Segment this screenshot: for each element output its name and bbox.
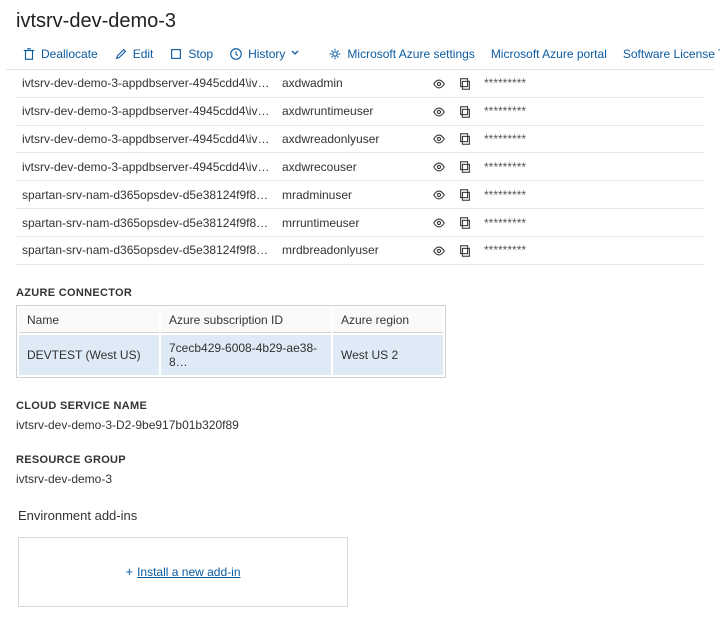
- copy-icon: [458, 77, 472, 91]
- password-cell: *********: [478, 153, 704, 181]
- copy-button[interactable]: [452, 181, 478, 209]
- reveal-button[interactable]: [426, 125, 452, 153]
- server-cell: ivtsrv-dev-demo-3-appdbserver-4945cdd4\i…: [16, 97, 276, 125]
- table-row: ivtsrv-dev-demo-3-appdbserver-4945cdd4\i…: [16, 97, 704, 125]
- install-addin-link[interactable]: Install a new add-in: [137, 565, 240, 579]
- license-terms-label: Software License Terms: [623, 47, 720, 61]
- azure-portal-label: Microsoft Azure portal: [491, 47, 607, 61]
- table-row: ivtsrv-dev-demo-3-appdbserver-4945cdd4\i…: [16, 153, 704, 181]
- resource-group-value: ivtsrv-dev-demo-3: [16, 472, 704, 486]
- history-icon: [229, 47, 243, 61]
- server-cell: spartan-srv-nam-d365opsdev-d5e38124f9f8\…: [16, 236, 276, 264]
- server-cell: ivtsrv-dev-demo-3-appdbserver-4945cdd4\i…: [16, 70, 276, 97]
- azure-settings-label: Microsoft Azure settings: [347, 47, 474, 61]
- azure-connector-heading: AZURE CONNECTOR: [16, 287, 704, 299]
- eye-icon: [432, 132, 446, 146]
- stop-button[interactable]: Stop: [163, 45, 219, 63]
- copy-icon: [458, 105, 472, 119]
- chevron-down-icon: [290, 47, 300, 61]
- eye-icon: [432, 105, 446, 119]
- copy-icon: [458, 160, 472, 174]
- copy-button[interactable]: [452, 236, 478, 264]
- plus-icon: +: [126, 564, 134, 579]
- user-cell: axdwrecouser: [276, 153, 426, 181]
- password-cell: *********: [478, 70, 704, 97]
- eye-icon: [432, 160, 446, 174]
- trash-icon: [22, 47, 36, 61]
- copy-icon: [458, 188, 472, 202]
- eye-icon: [432, 77, 446, 91]
- azure-settings-button[interactable]: Microsoft Azure settings: [322, 45, 480, 63]
- reveal-button[interactable]: [426, 236, 452, 264]
- reveal-button[interactable]: [426, 181, 452, 209]
- server-cell: spartan-srv-nam-d365opsdev-d5e38124f9f8\…: [16, 181, 276, 209]
- col-name: Name: [19, 308, 159, 333]
- eye-icon: [432, 244, 446, 258]
- user-cell: axdwreadonlyuser: [276, 125, 426, 153]
- azc-sub: 7cecb429-6008-4b29-ae38-8…: [161, 335, 331, 375]
- server-cell: spartan-srv-nam-d365opsdev-d5e38124f9f8\…: [16, 209, 276, 237]
- azure-connector-row[interactable]: DEVTEST (West US) 7cecb429-6008-4b29-ae3…: [19, 335, 443, 375]
- password-cell: *********: [478, 209, 704, 237]
- col-region: Azure region: [333, 308, 443, 333]
- password-cell: *********: [478, 97, 704, 125]
- table-row: spartan-srv-nam-d365opsdev-d5e38124f9f8\…: [16, 236, 704, 264]
- reveal-button[interactable]: [426, 97, 452, 125]
- license-terms-link[interactable]: Software License Terms: [617, 45, 720, 63]
- password-cell: *********: [478, 125, 704, 153]
- user-cell: mradminuser: [276, 181, 426, 209]
- install-addin-card[interactable]: + Install a new add-in: [18, 537, 348, 607]
- azc-name: DEVTEST (West US): [19, 335, 159, 375]
- cloud-service-heading: CLOUD SERVICE NAME: [16, 400, 704, 412]
- user-cell: axdwruntimeuser: [276, 97, 426, 125]
- stop-label: Stop: [188, 47, 213, 61]
- copy-button[interactable]: [452, 209, 478, 237]
- table-row: spartan-srv-nam-d365opsdev-d5e38124f9f8\…: [16, 181, 704, 209]
- password-cell: *********: [478, 236, 704, 264]
- copy-icon: [458, 216, 472, 230]
- user-cell: mrruntimeuser: [276, 209, 426, 237]
- history-button[interactable]: History: [223, 45, 306, 63]
- deallocate-label: Deallocate: [41, 47, 98, 61]
- gear-icon: [328, 47, 342, 61]
- cloud-service-value: ivtsrv-dev-demo-3-D2-9be917b01b320f89: [16, 418, 704, 432]
- copy-button[interactable]: [452, 153, 478, 181]
- deallocate-button[interactable]: Deallocate: [16, 45, 104, 63]
- resource-group-heading: RESOURCE GROUP: [16, 454, 704, 466]
- azc-region: West US 2: [333, 335, 443, 375]
- reveal-button[interactable]: [426, 153, 452, 181]
- history-label: History: [248, 47, 285, 61]
- table-row: ivtsrv-dev-demo-3-appdbserver-4945cdd4\i…: [16, 70, 704, 97]
- credentials-table: ivtsrv-dev-demo-3-appdbserver-4945cdd4\i…: [16, 70, 704, 265]
- eye-icon: [432, 188, 446, 202]
- copy-button[interactable]: [452, 70, 478, 97]
- copy-icon: [458, 132, 472, 146]
- edit-label: Edit: [133, 47, 154, 61]
- copy-button[interactable]: [452, 125, 478, 153]
- pencil-icon: [114, 47, 128, 61]
- copy-icon: [458, 244, 472, 258]
- password-cell: *********: [478, 181, 704, 209]
- command-bar: Deallocate Edit Stop History Microsoft A…: [6, 43, 714, 70]
- azure-connector-table: Name Azure subscription ID Azure region …: [16, 305, 446, 378]
- table-row: ivtsrv-dev-demo-3-appdbserver-4945cdd4\i…: [16, 125, 704, 153]
- copy-button[interactable]: [452, 97, 478, 125]
- stop-icon: [169, 47, 183, 61]
- server-cell: ivtsrv-dev-demo-3-appdbserver-4945cdd4\i…: [16, 153, 276, 181]
- eye-icon: [432, 216, 446, 230]
- reveal-button[interactable]: [426, 209, 452, 237]
- reveal-button[interactable]: [426, 70, 452, 97]
- table-row: spartan-srv-nam-d365opsdev-d5e38124f9f8\…: [16, 209, 704, 237]
- edit-button[interactable]: Edit: [108, 45, 160, 63]
- col-subscription: Azure subscription ID: [161, 308, 331, 333]
- addins-heading: Environment add-ins: [16, 508, 704, 523]
- user-cell: axdwadmin: [276, 70, 426, 97]
- server-cell: ivtsrv-dev-demo-3-appdbserver-4945cdd4\i…: [16, 125, 276, 153]
- page-title: ivtsrv-dev-demo-3: [6, 6, 714, 43]
- azure-portal-link[interactable]: Microsoft Azure portal: [485, 45, 613, 63]
- user-cell: mrdbreadonlyuser: [276, 236, 426, 264]
